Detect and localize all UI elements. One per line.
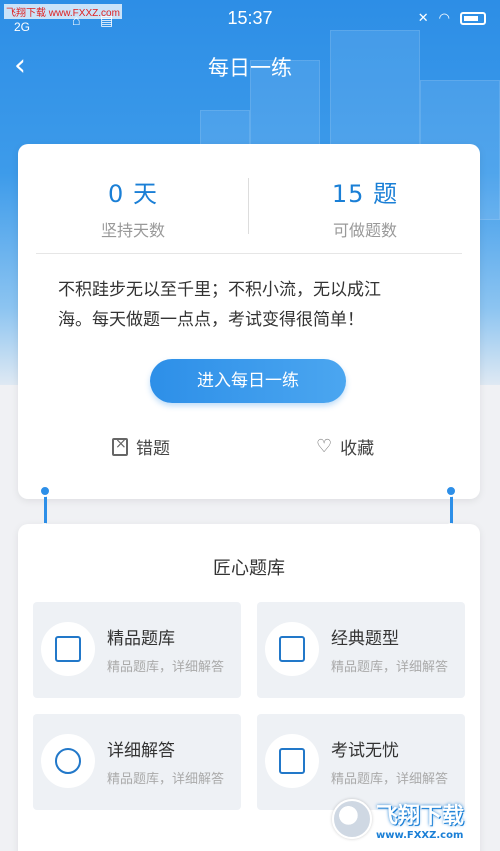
stat-questions-value: 15 题 bbox=[331, 180, 399, 208]
wifi-icon: ◠ bbox=[438, 10, 450, 25]
stat-divider bbox=[248, 178, 249, 234]
favorites-button[interactable]: ♡ 收藏 bbox=[316, 434, 374, 459]
wrong-questions-label: 错题 bbox=[136, 439, 170, 459]
chat-bubble-icon bbox=[55, 748, 81, 774]
quote-line-1: 不积跬步无以至千里；不积小流，无以成江 bbox=[58, 280, 381, 300]
favorites-label: 收藏 bbox=[340, 439, 375, 459]
tile-detailed-answers[interactable]: 详细解答 精品题库，详细解答 bbox=[33, 714, 241, 810]
tile-premium-bank[interactable]: 精品题库 精品题库，详细解答 bbox=[33, 602, 241, 698]
enter-daily-practice-button[interactable]: 进入每日一练 bbox=[150, 359, 346, 403]
tile-icon-circle bbox=[41, 622, 95, 676]
list-icon bbox=[279, 636, 305, 662]
wrong-questions-button[interactable]: 错题 bbox=[112, 434, 170, 459]
tile-icon-circle bbox=[265, 622, 319, 676]
tile-title: 经典题型 bbox=[331, 629, 399, 649]
stat-questions-label: 可做题数 bbox=[332, 221, 397, 240]
tile-icon-circle bbox=[41, 734, 95, 788]
quote-line-2: 海。每天做题一点点，考试变得很简单！ bbox=[58, 310, 364, 330]
logo-url: www.FXXZ.com bbox=[376, 829, 464, 841]
tile-desc: 精品题库，详细解答 bbox=[107, 660, 225, 675]
tile-desc: 精品题库，详细解答 bbox=[107, 772, 225, 787]
stat-days: 0 天 坚持天数 bbox=[18, 174, 248, 241]
tile-classic-types[interactable]: 经典题型 精品题库，详细解答 bbox=[257, 602, 465, 698]
page-title: 每日一练 bbox=[208, 56, 292, 80]
tile-icon-circle bbox=[265, 734, 319, 788]
section-title: 匠心题库 bbox=[213, 558, 285, 579]
stat-questions: 15 题 可做题数 bbox=[250, 174, 480, 241]
motivational-quote: 不积跬步无以至千里；不积小流，无以成江 海。每天做题一点点，考试变得很简单！ bbox=[58, 275, 450, 335]
wrong-book-icon bbox=[112, 436, 128, 456]
book-icon bbox=[55, 636, 81, 662]
left-connector-top-dot bbox=[39, 485, 51, 497]
right-connector-top-dot bbox=[445, 485, 457, 497]
tile-title: 精品题库 bbox=[107, 629, 175, 649]
card-divider bbox=[36, 253, 462, 254]
daily-practice-card: 0 天 坚持天数 15 题 可做题数 不积跬步无以至千里；不积小流，无以成江 海… bbox=[18, 144, 480, 499]
score-sheet-icon bbox=[279, 748, 305, 774]
nav-bar: ‹ 每日一练 bbox=[0, 44, 500, 90]
tile-desc: 精品题库，详细解答 bbox=[331, 772, 449, 787]
tile-title: 详细解答 bbox=[107, 741, 175, 761]
stat-days-value: 0 天 bbox=[108, 180, 158, 208]
logo-emblem-icon bbox=[332, 799, 372, 839]
site-logo-watermark: 飞翔下载 www.FXXZ.com bbox=[332, 791, 492, 847]
heart-icon: ♡ bbox=[316, 436, 333, 457]
tile-title: 考试无忧 bbox=[331, 741, 399, 761]
mute-icon: ✕ bbox=[417, 10, 429, 25]
logo-text: 飞翔下载 bbox=[376, 803, 465, 829]
battery-icon bbox=[460, 11, 486, 25]
stat-days-label: 坚持天数 bbox=[100, 221, 165, 240]
tile-desc: 精品题库，详细解答 bbox=[331, 660, 449, 675]
status-bar: 2G ⌂ ▤ 15:37 ✕ ◠ bbox=[0, 0, 500, 36]
